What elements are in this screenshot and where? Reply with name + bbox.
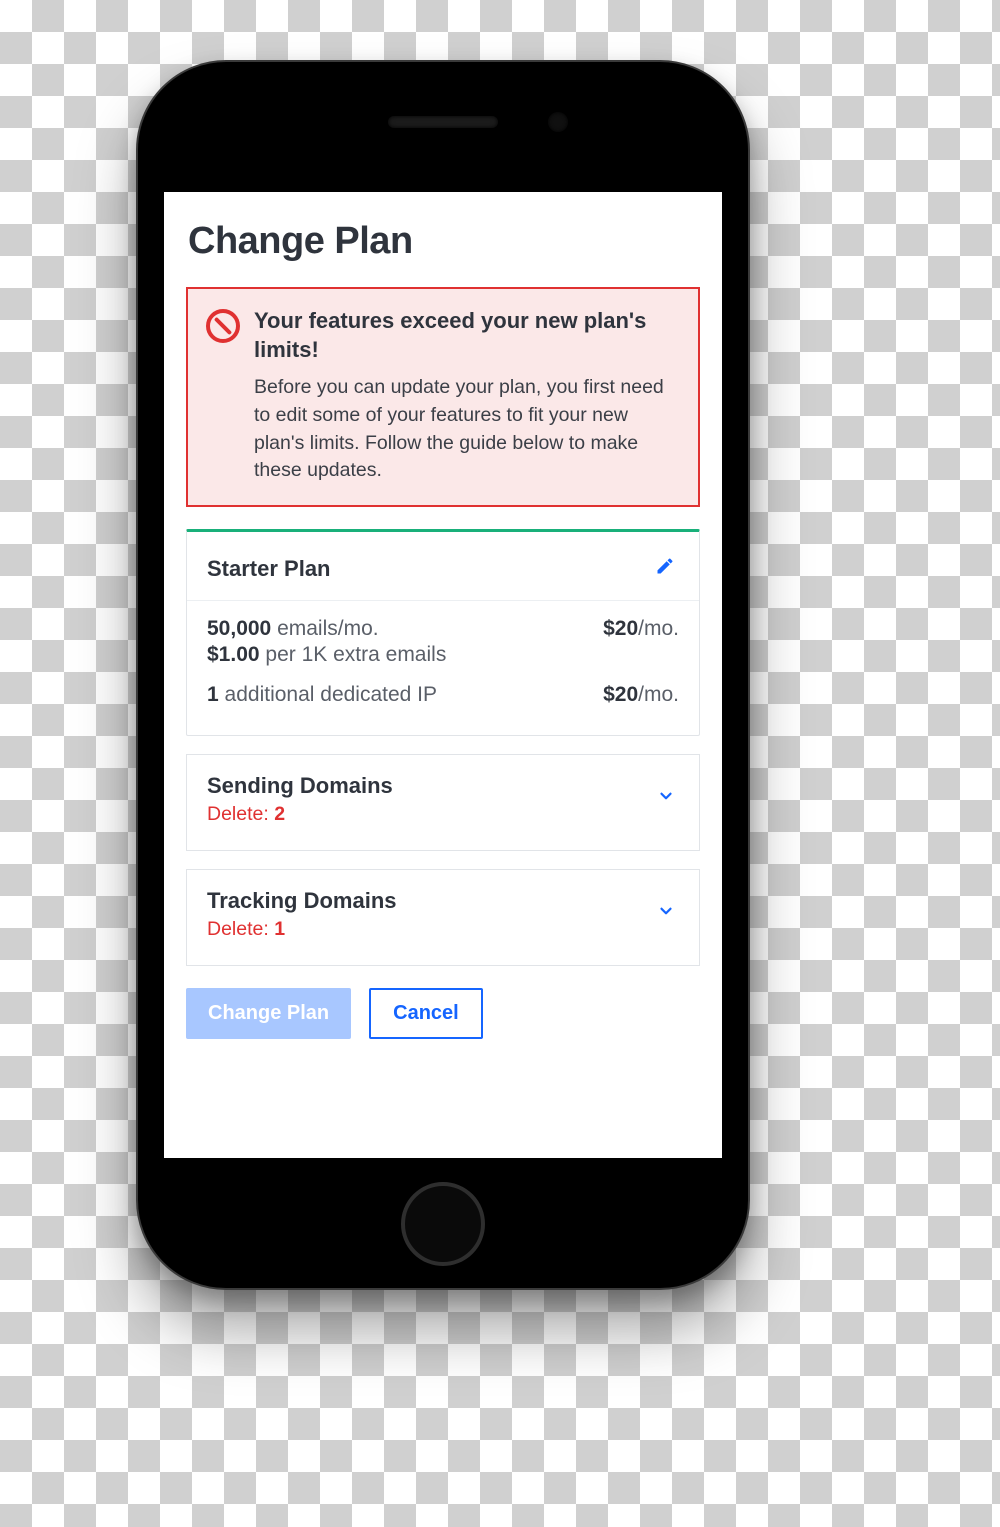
plan-overage-price: $1.00 <box>207 643 260 666</box>
tracking-delete-count: 1 <box>274 918 285 940</box>
plan-card-header: Starter Plan <box>187 532 699 601</box>
sending-delete-prefix: Delete: <box>207 803 274 825</box>
phone-speaker <box>388 116 498 128</box>
sending-domains-header: Sending Domains Delete: 2 <box>207 773 679 826</box>
plan-emails-unit: emails/mo. <box>277 617 379 640</box>
alert-title: Your features exceed your new plan's lim… <box>254 307 680 364</box>
plan-emails-price-amount: $20 <box>603 617 638 640</box>
tracking-domains-delete: Delete: 1 <box>207 918 397 941</box>
plan-emails-row: 50,000 emails/mo. $20/mo. <box>207 617 679 641</box>
tracking-delete-prefix: Delete: <box>207 918 274 940</box>
alert-text: Before you can update your plan, you fir… <box>254 374 680 485</box>
error-alert: Your features exceed your new plan's lim… <box>186 287 700 507</box>
change-plan-button[interactable]: Change Plan <box>186 988 351 1039</box>
phone-camera <box>548 112 568 132</box>
pencil-icon <box>655 556 675 576</box>
sending-delete-count: 2 <box>274 803 285 825</box>
plan-name: Starter Plan <box>207 556 331 582</box>
plan-ip-row: 1 additional dedicated IP $20/mo. <box>207 683 679 707</box>
tracking-domains-expand[interactable] <box>653 898 679 930</box>
alert-body: Your features exceed your new plan's lim… <box>254 307 680 485</box>
tracking-domains-header: Tracking Domains Delete: 1 <box>207 888 679 941</box>
chevron-down-icon <box>657 787 675 805</box>
plan-overage-label: $1.00 per 1K extra emails <box>207 643 446 667</box>
plan-ip-label: 1 additional dedicated IP <box>207 683 437 707</box>
phone-home-button[interactable] <box>401 1182 485 1266</box>
plan-emails-price-unit: /mo. <box>638 617 679 640</box>
plan-emails-count: 50,000 <box>207 617 271 640</box>
sending-domains-title: Sending Domains <box>207 773 393 799</box>
cancel-button[interactable]: Cancel <box>369 988 483 1039</box>
plan-emails-price: $20/mo. <box>603 617 679 641</box>
plan-card-body: 50,000 emails/mo. $20/mo. $1.00 per 1K e… <box>187 601 699 735</box>
tracking-domains-panel[interactable]: Tracking Domains Delete: 1 <box>186 869 700 966</box>
action-bar: Change Plan Cancel <box>186 988 700 1039</box>
plan-ip-price-unit: /mo. <box>638 683 679 706</box>
phone-screen: Change Plan Your features exceed your ne… <box>164 192 722 1158</box>
sending-domains-panel[interactable]: Sending Domains Delete: 2 <box>186 754 700 851</box>
plan-ip-labeltext: additional dedicated IP <box>225 683 438 706</box>
plan-ip-count: 1 <box>207 683 219 706</box>
phone-frame: Change Plan Your features exceed your ne… <box>136 60 750 1290</box>
edit-plan-button[interactable] <box>651 552 679 586</box>
plan-ip-price-amount: $20 <box>603 683 638 706</box>
plan-ip-price: $20/mo. <box>603 683 679 707</box>
plan-overage-row: $1.00 per 1K extra emails <box>207 643 679 667</box>
sending-domains-delete: Delete: 2 <box>207 803 393 826</box>
chevron-down-icon <box>657 902 675 920</box>
tracking-domains-title: Tracking Domains <box>207 888 397 914</box>
plan-emails-label: 50,000 emails/mo. <box>207 617 379 641</box>
stage: Change Plan Your features exceed your ne… <box>0 0 1000 1527</box>
plan-overage-unit: per 1K extra emails <box>265 643 446 666</box>
prohibited-icon <box>206 309 240 343</box>
page-title: Change Plan <box>188 220 700 263</box>
app-content: Change Plan Your features exceed your ne… <box>164 192 722 1057</box>
plan-card: Starter Plan 50,000 emails/mo. <box>186 529 700 736</box>
sending-domains-expand[interactable] <box>653 783 679 815</box>
